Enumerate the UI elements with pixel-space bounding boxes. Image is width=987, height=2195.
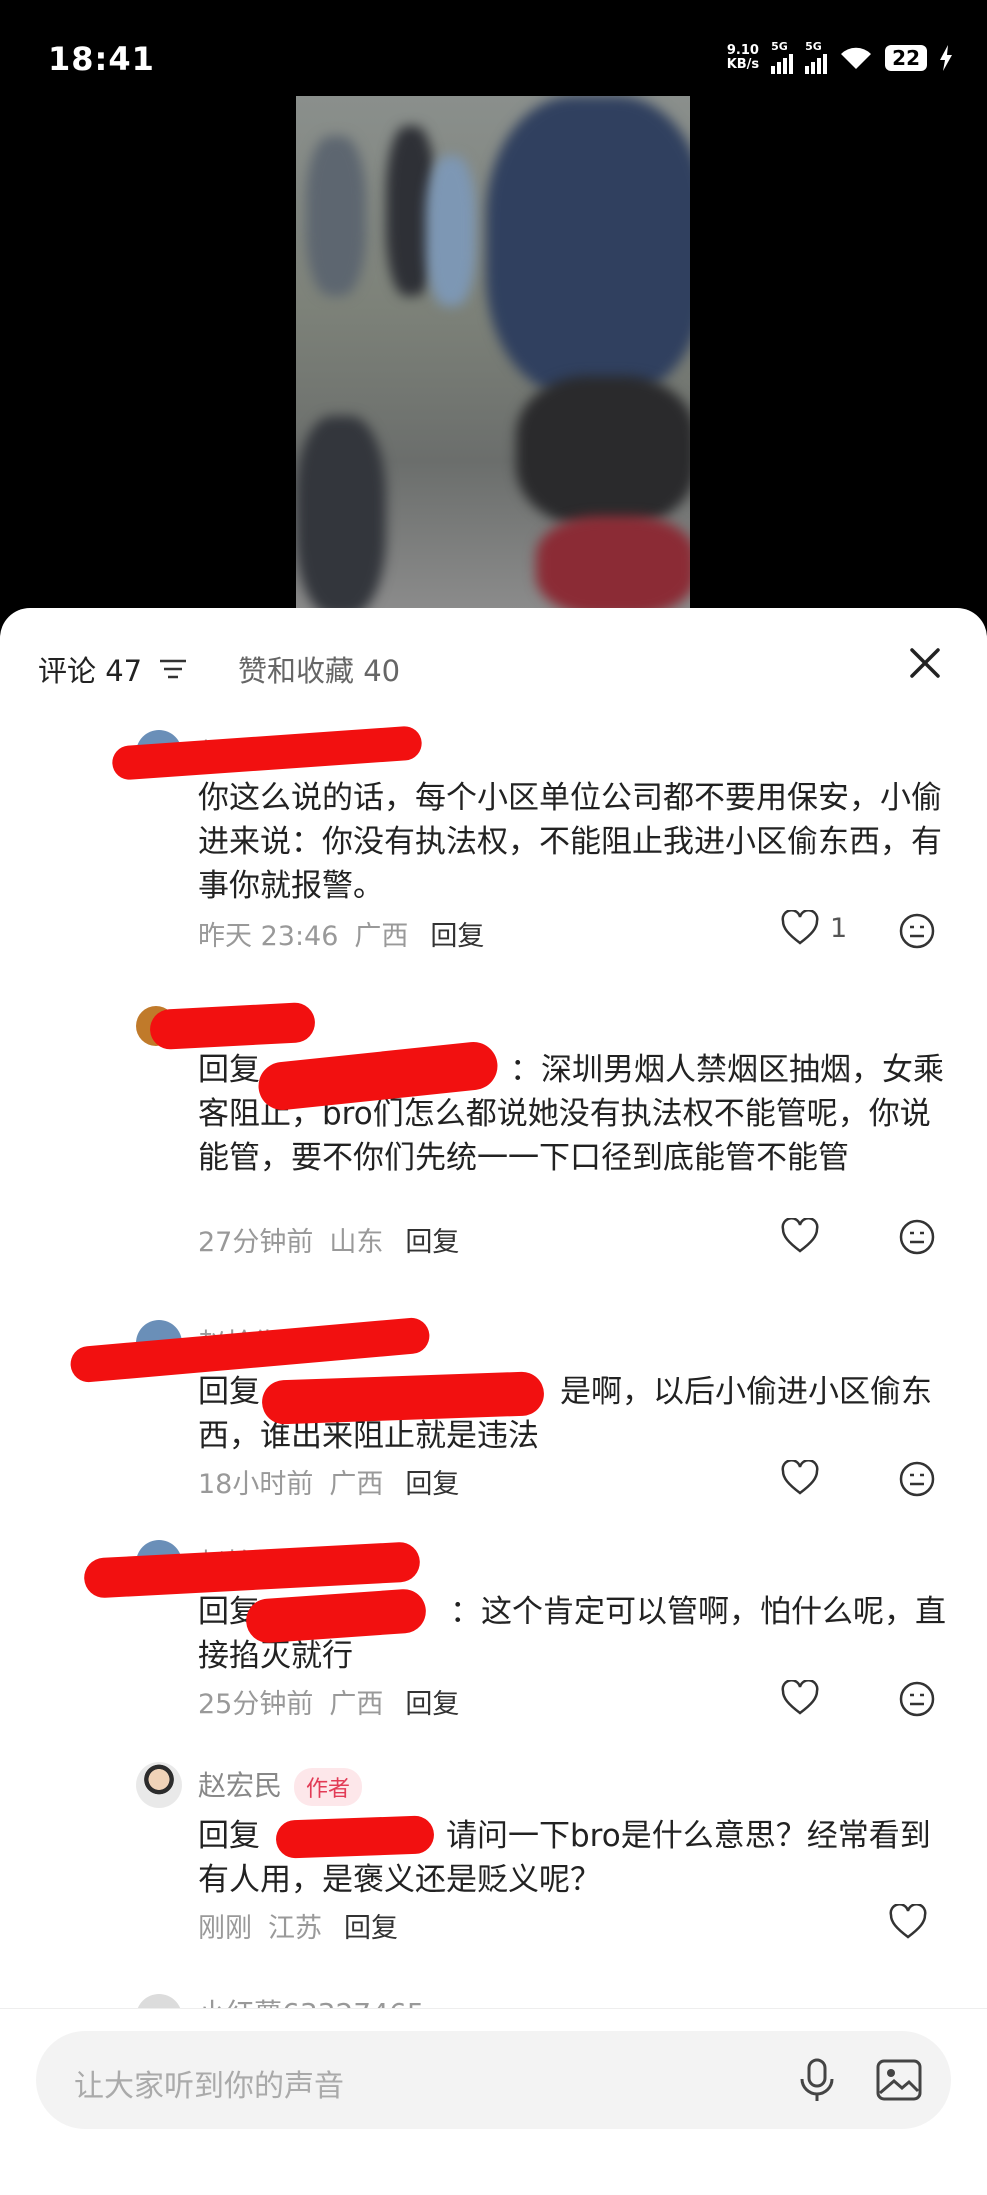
heart-icon: [889, 1904, 927, 1939]
microphone-icon[interactable]: [792, 2055, 842, 2105]
tab-comments[interactable]: 评论 47: [38, 648, 188, 690]
comment-time: 25分钟前: [198, 1689, 314, 1720]
net-speed-value: 9.10: [726, 43, 759, 58]
comment-location: 江苏: [268, 1913, 322, 1944]
signal-icon: 5G: [805, 40, 828, 74]
comment-location: 山东: [329, 1227, 384, 1258]
emoji-reaction-icon[interactable]: [898, 912, 936, 950]
signal-icon: 5G: [771, 40, 794, 74]
net-speed: 9.10 KB/s: [727, 44, 759, 72]
reply-button[interactable]: 回复: [405, 1682, 459, 1721]
comment-text[interactable]: 你这么说的话，每个小区单位公司都不要用保安，小偷进来说：你没有执法权，不能阻止我…: [198, 776, 948, 908]
comment-input-bar: 让大家听到你的声音: [0, 2008, 987, 2195]
comment-meta: 刚刚 江苏 回复: [198, 1906, 398, 1945]
comment-time: 18小时前: [198, 1469, 314, 1500]
emoji-reaction-icon[interactable]: [898, 1460, 936, 1498]
image-icon[interactable]: [874, 2055, 924, 2105]
charging-icon: [940, 45, 952, 71]
reply-button[interactable]: 回复: [405, 1462, 459, 1501]
author-badge: 作者: [294, 1768, 363, 1806]
comment-time: 27分钟前: [198, 1227, 314, 1258]
redaction-mark: [275, 1815, 435, 1859]
like-button[interactable]: [780, 1218, 820, 1254]
net-speed-unit: KB/s: [726, 57, 760, 72]
tab-comments-label: 评论 47: [38, 654, 143, 688]
reply-button[interactable]: 回复: [405, 1220, 459, 1259]
emoji-reaction-icon[interactable]: [898, 1218, 936, 1256]
battery-icon: 22: [885, 45, 927, 71]
comment-location: 广西: [354, 921, 409, 952]
reply-button[interactable]: 回复: [344, 1906, 398, 1945]
reply-prefix: 回复: [198, 1374, 260, 1410]
like-button[interactable]: [888, 1904, 928, 1940]
like-count: 1: [830, 912, 848, 944]
video-player[interactable]: [296, 96, 690, 618]
sheet-header: 评论 47 赞和收藏 40: [0, 608, 987, 708]
like-button[interactable]: [780, 1460, 820, 1496]
comment-meta: 18小时前 广西 回复: [198, 1462, 459, 1501]
heart-icon: [781, 1460, 819, 1495]
comment-time: 昨天 23:46: [198, 921, 339, 952]
avatar[interactable]: [136, 1762, 182, 1808]
reply-prefix: 回复: [198, 1052, 260, 1088]
reply-prefix: 回复: [198, 1818, 260, 1854]
redaction-mark: [149, 1001, 316, 1051]
wifi-icon: [841, 47, 872, 69]
like-button[interactable]: [780, 1680, 820, 1716]
status-time: 18:41: [48, 40, 155, 78]
comment-meta: 昨天 23:46 广西 回复: [198, 914, 484, 953]
like-button[interactable]: 1: [780, 910, 847, 946]
filter-icon[interactable]: [158, 657, 188, 681]
reply-button[interactable]: 回复: [430, 914, 484, 953]
comment-location: 广西: [329, 1689, 384, 1720]
input-placeholder: 让大家听到你的声音: [74, 2069, 344, 2104]
comment-input[interactable]: 让大家听到你的声音: [36, 2031, 951, 2129]
signal-label: 5G: [805, 40, 822, 53]
comment-location: 广西: [329, 1469, 384, 1500]
heart-icon: [781, 1218, 819, 1253]
heart-icon: [781, 1680, 819, 1715]
comment-username[interactable]: 赵宏民 作者: [198, 1764, 363, 1806]
heart-icon: [781, 910, 819, 945]
status-icons: 9.10 KB/s 5G 5G 22: [727, 40, 953, 74]
comment-username-text: 赵宏民: [198, 1769, 283, 1802]
signal-label: 5G: [771, 40, 788, 53]
close-icon[interactable]: [900, 638, 950, 688]
emoji-reaction-icon[interactable]: [898, 1680, 936, 1718]
comment-meta: 25分钟前 广西 回复: [198, 1682, 459, 1721]
comment-sheet: 评论 47 赞和收藏 40 赵拾街坊 你这么说的话，每个小区单位公司都不要用保安…: [0, 608, 987, 2195]
comment-time: 刚刚: [198, 1913, 252, 1944]
tab-likes-favorites[interactable]: 赞和收藏 40: [238, 648, 400, 690]
comment-meta: 27分钟前 山东 回复: [198, 1220, 459, 1259]
